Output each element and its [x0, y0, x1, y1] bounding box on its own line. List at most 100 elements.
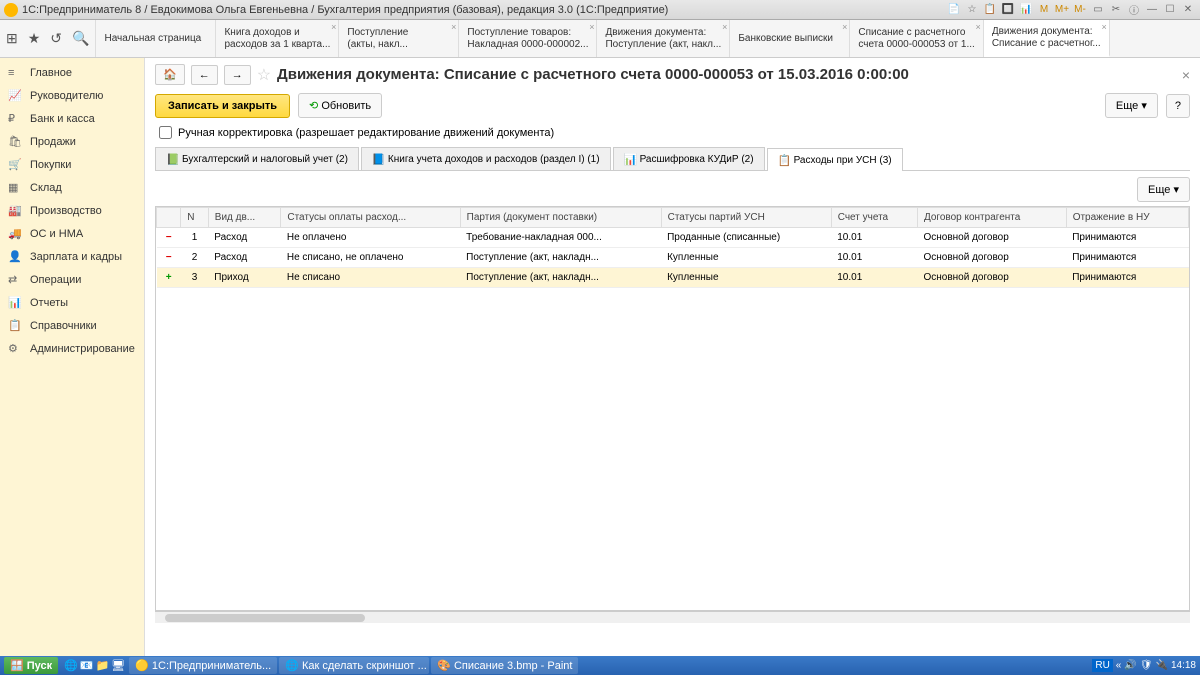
column-header[interactable]: Счет учета	[831, 208, 917, 228]
table-row[interactable]: −1РасходНе оплаченоТребование-накладная …	[157, 228, 1189, 248]
cell: Приход	[208, 268, 281, 288]
toolbar-icon[interactable]: ▭	[1090, 2, 1106, 18]
inner-tab[interactable]: 📊Расшифровка КУДиР (2)	[613, 147, 765, 170]
quick-launch-icon[interactable]: 🖥	[111, 659, 125, 672]
tray-icon[interactable]: 🛡	[1140, 660, 1153, 671]
table-row[interactable]: +3ПриходНе списаноПоступление (акт, накл…	[157, 268, 1189, 288]
top-tab[interactable]: Списание с расчетногосчета 0000-000053 о…	[850, 20, 983, 57]
tray-icon[interactable]: 🔌	[1156, 660, 1168, 671]
column-header[interactable]: Статусы партий УСН	[661, 208, 831, 228]
save-close-button[interactable]: Записать и закрыть	[155, 94, 290, 118]
top-tab[interactable]: Поступление товаров:Накладная 0000-00000…	[459, 20, 597, 57]
sidebar-label: Производство	[30, 205, 102, 217]
system-tray: RU « 🔊 🛡 🔌 14:18	[1092, 659, 1196, 672]
column-header[interactable]: N	[181, 208, 209, 228]
column-header[interactable]: Отражение в НУ	[1066, 208, 1188, 228]
toolbar-icon[interactable]: 📊	[1018, 2, 1034, 18]
column-header[interactable]	[157, 208, 181, 228]
manual-edit-checkbox[interactable]	[159, 126, 172, 139]
column-header[interactable]: Статусы оплаты расход...	[281, 208, 460, 228]
star-icon[interactable]: ★	[28, 30, 41, 47]
top-tab[interactable]: Движения документа:Поступление (акт, нак…	[597, 20, 730, 57]
column-header[interactable]: Договор контрагента	[917, 208, 1066, 228]
window-titlebar: 1С:Предприниматель 8 / Евдокимова Ольга …	[0, 0, 1200, 20]
sidebar-item[interactable]: ₽Банк и касса	[0, 107, 144, 130]
top-tab[interactable]: Поступление(акты, накл...×	[339, 20, 459, 57]
column-header[interactable]: Вид дв...	[208, 208, 281, 228]
maximize-icon[interactable]: ☐	[1162, 2, 1178, 18]
sidebar-item[interactable]: ⚙Администрирование	[0, 337, 144, 360]
search-icon[interactable]: 🔍	[72, 30, 89, 47]
lang-indicator[interactable]: RU	[1092, 659, 1112, 672]
tab-close-icon[interactable]: ×	[589, 22, 594, 32]
top-tab[interactable]: Банковские выписки×	[730, 20, 850, 57]
history-icon[interactable]: ↺	[50, 30, 62, 47]
sidebar-item[interactable]: ▦Склад	[0, 176, 144, 199]
toolbar-icon[interactable]: 📋	[982, 2, 998, 18]
help-button[interactable]: ?	[1166, 94, 1190, 118]
table-more-button[interactable]: Еще ▾	[1137, 177, 1190, 202]
table-row[interactable]: −2РасходНе списано, не оплаченоПоступлен…	[157, 248, 1189, 268]
content-area: 🏠 ← → ☆ Движения документа: Списание с р…	[145, 58, 1200, 656]
inner-tabs: 📗Бухгалтерский и налоговый учет (2)📘Книг…	[155, 147, 1190, 171]
tab-close-icon[interactable]: ×	[331, 22, 336, 32]
tab-close-icon[interactable]: ×	[976, 22, 981, 32]
sidebar-item[interactable]: 👤Зарплата и кадры	[0, 245, 144, 268]
inner-tab[interactable]: 📗Бухгалтерский и налоговый учет (2)	[155, 147, 359, 170]
sidebar-item[interactable]: 🛍Продажи	[0, 130, 144, 153]
inner-tab[interactable]: 📋Расходы при УСН (3)	[767, 148, 903, 171]
quick-launch-icon[interactable]: 🌐	[64, 659, 78, 672]
forward-button[interactable]: →	[224, 65, 251, 85]
taskbar-item[interactable]: 🎨 Списание 3.bmp - Paint	[431, 657, 578, 674]
sidebar-item[interactable]: 🏭Производство	[0, 199, 144, 222]
m-minus-icon[interactable]: M-	[1072, 2, 1088, 18]
cell: 1	[181, 228, 209, 248]
start-button[interactable]: 🪟 Пуск	[4, 657, 58, 674]
sidebar-item[interactable]: 📈Руководителю	[0, 84, 144, 107]
clock[interactable]: 14:18	[1171, 660, 1196, 671]
taskbar-item[interactable]: 🟡 1С:Предприниматель...	[129, 657, 277, 674]
apps-icon[interactable]: ⊞	[6, 30, 18, 47]
toolbar-icon[interactable]: ⓘ	[1126, 2, 1142, 18]
top-tab[interactable]: Движения документа:Списание с расчетног.…	[984, 20, 1110, 57]
tab-close-icon[interactable]: ×	[842, 22, 847, 32]
scrollbar-thumb[interactable]	[165, 614, 365, 622]
back-button[interactable]: ←	[191, 65, 218, 85]
toolbar-icon[interactable]: 📄	[946, 2, 962, 18]
top-tab[interactable]: Книга доходов ирасходов за 1 кварта...×	[216, 20, 339, 57]
taskbar-item[interactable]: 🌐 Как сделать скриншот ...	[279, 657, 429, 674]
sidebar-item[interactable]: ≡Главное	[0, 62, 144, 84]
tray-icon[interactable]: «	[1116, 660, 1122, 671]
m-plus-icon[interactable]: M+	[1054, 2, 1070, 18]
horizontal-scrollbar[interactable]	[155, 611, 1190, 623]
sidebar-item[interactable]: 🚚ОС и НМА	[0, 222, 144, 245]
sidebar: ≡Главное📈Руководителю₽Банк и касса🛍Прода…	[0, 58, 145, 656]
top-tab[interactable]: Начальная страница	[96, 20, 216, 57]
close-icon[interactable]: ✕	[1180, 2, 1196, 18]
tab-close-icon[interactable]: ×	[722, 22, 727, 32]
refresh-button[interactable]: ⟲ Обновить	[298, 93, 382, 118]
close-page-icon[interactable]: ×	[1182, 67, 1190, 83]
sidebar-item[interactable]: 📊Отчеты	[0, 291, 144, 314]
sidebar-item[interactable]: ⇄Операции	[0, 268, 144, 291]
minimize-icon[interactable]: —	[1144, 2, 1160, 18]
tab-close-icon[interactable]: ×	[451, 22, 456, 32]
data-table: NВид дв...Статусы оплаты расход...Партия…	[155, 206, 1190, 611]
inner-tab[interactable]: 📘Книга учета доходов и расходов (раздел …	[361, 147, 611, 170]
tray-icon[interactable]: 🔊	[1124, 660, 1136, 671]
sidebar-item[interactable]: 🛒Покупки	[0, 153, 144, 176]
column-header[interactable]: Партия (документ поставки)	[460, 208, 661, 228]
more-button[interactable]: Еще ▾	[1105, 93, 1158, 118]
m-icon[interactable]: M	[1036, 2, 1052, 18]
tab-close-icon[interactable]: ×	[1101, 22, 1106, 32]
quick-launch-icon[interactable]: 📁	[95, 659, 109, 672]
favorite-icon[interactable]: ☆	[257, 65, 271, 85]
quick-launch-icon[interactable]: 📧	[80, 659, 94, 672]
toolbar-icon[interactable]: ☆	[964, 2, 980, 18]
tab-icon: 📋	[778, 154, 790, 166]
sidebar-item[interactable]: 📋Справочники	[0, 314, 144, 337]
toolbar-icon[interactable]: ✂	[1108, 2, 1124, 18]
home-button[interactable]: 🏠	[155, 64, 185, 85]
cell: 10.01	[831, 248, 917, 268]
toolbar-icon[interactable]: 🔲	[1000, 2, 1016, 18]
